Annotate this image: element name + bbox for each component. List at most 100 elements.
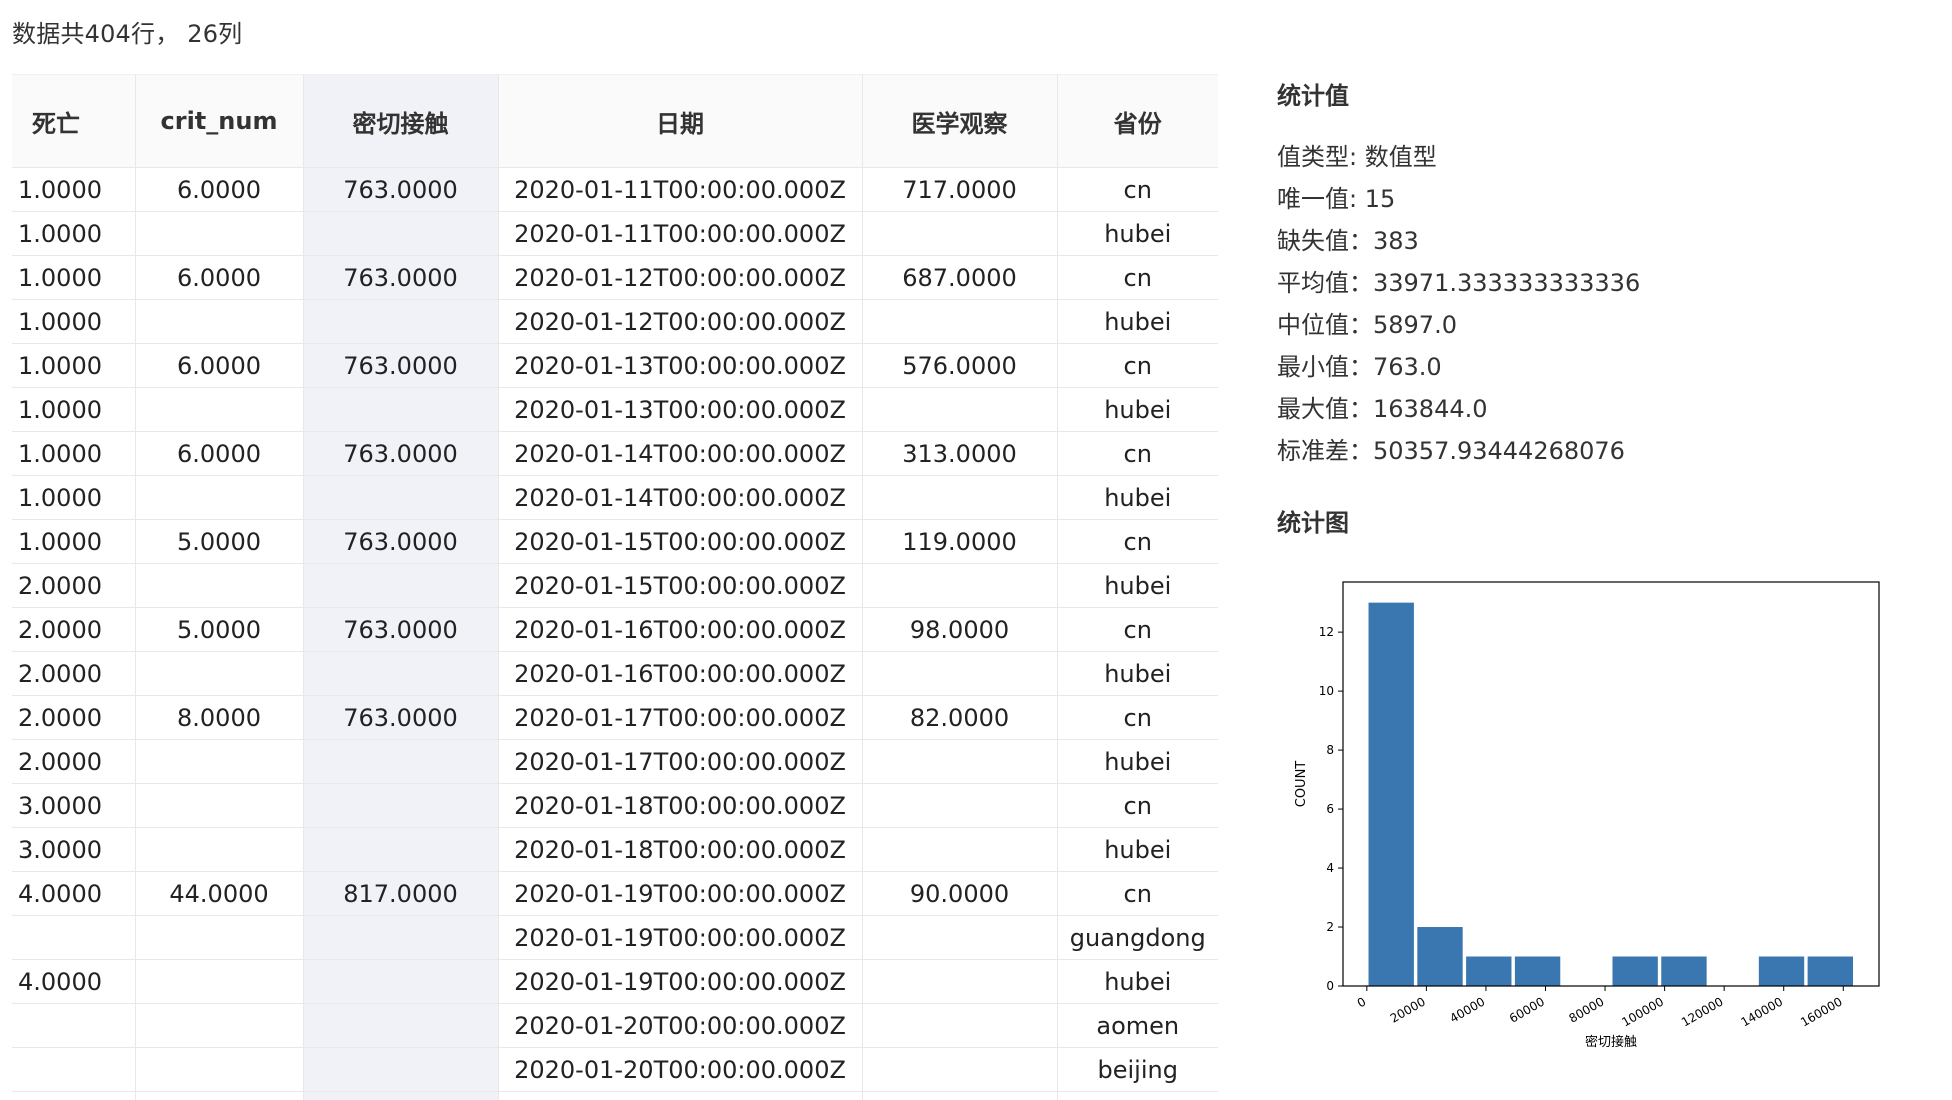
table-row[interactable]: 3.0000 2020-01-18T00:00:00.000Z hubei [12,827,1218,872]
table-row[interactable]: 4.0000 2020-01-19T00:00:00.000Z hubei [12,959,1218,1004]
column-header-crit-num[interactable]: crit_num [135,74,304,168]
table-row[interactable]: 1.0000 2020-01-14T00:00:00.000Z hubei [12,475,1218,520]
cell-medical-observation [862,739,1058,784]
plot-frame [1342,581,1880,987]
cell-death: 1.0000 [12,431,136,476]
cell-medical-observation [862,1091,1058,1100]
x-tick-label: 40000 [1447,994,1487,1025]
column-header-death[interactable]: 死亡 [12,74,136,168]
cell-province: aomen [1057,1003,1218,1048]
cell-province: cn [1057,695,1218,740]
data-table-container[interactable]: 死亡 crit_num 密切接触 日期 医学观察 省份 1.0000 6.0000… [12,74,1218,1100]
cell-close-contact [303,387,499,432]
table-row[interactable]: 1.0000 6.0000 763.0000 2020-01-14T00:00:00.… [12,431,1218,476]
cell-medical-observation [862,299,1058,344]
cell-death: 1.0000 [12,299,136,344]
cell-close-contact: 763.0000 [303,607,499,652]
stat-std: 标准差：50357.93444268076 [1277,437,1625,465]
cell-death [12,1091,136,1100]
cell-date: 2020-01-13T00:00:00.000Z [498,343,863,388]
stat-mean: 平均值：33971.333333333336 [1277,269,1641,297]
stat-value-type: 值类型: 数值型 [1277,143,1437,171]
table-row[interactable] [12,1091,1218,1100]
cell-close-contact: 763.0000 [303,695,499,740]
table-row[interactable]: 2.0000 2020-01-15T00:00:00.000Z hubei [12,563,1218,608]
cell-date: 2020-01-16T00:00:00.000Z [498,651,863,696]
cell-death: 2.0000 [12,739,136,784]
table-row[interactable]: 4.0000 44.0000 817.0000 2020-01-19T00:00:00… [12,871,1218,916]
cell-death [12,1003,136,1048]
stat-unique: 唯一值: 15 [1277,185,1396,213]
cell-death: 1.0000 [12,255,136,300]
cell-crit-num [135,1003,304,1048]
cell-date: 2020-01-18T00:00:00.000Z [498,783,863,828]
histogram-bar [1612,956,1658,986]
cell-death: 3.0000 [12,827,136,872]
cell-crit-num: 6.0000 [135,431,304,476]
table-row[interactable]: 2.0000 2020-01-16T00:00:00.000Z hubei [12,651,1218,696]
cell-crit-num: 6.0000 [135,167,304,212]
histogram-bar [1807,956,1853,986]
cell-date: 2020-01-15T00:00:00.000Z [498,563,863,608]
cell-medical-observation [862,783,1058,828]
cell-close-contact: 763.0000 [303,167,499,212]
y-tick-label: 0 [1326,979,1334,993]
x-tick-label: 120000 [1679,994,1726,1029]
table-row[interactable]: 1.0000 2020-01-13T00:00:00.000Z hubei [12,387,1218,432]
cell-crit-num [135,959,304,1004]
cell-date: 2020-01-12T00:00:00.000Z [498,299,863,344]
cell-death: 1.0000 [12,343,136,388]
cell-date: 2020-01-20T00:00:00.000Z [498,1047,863,1092]
table-row[interactable]: 2.0000 2020-01-17T00:00:00.000Z hubei [12,739,1218,784]
cell-close-contact [303,1003,499,1048]
stat-max: 最大值：163844.0 [1277,395,1488,423]
cell-province: cn [1057,167,1218,212]
table-row[interactable]: 2.0000 8.0000 763.0000 2020-01-17T00:00:00.… [12,695,1218,740]
cell-close-contact [303,211,499,256]
cell-crit-num: 5.0000 [135,519,304,564]
cell-date: 2020-01-18T00:00:00.000Z [498,827,863,872]
table-row[interactable]: 2020-01-19T00:00:00.000Z guangdong [12,915,1218,960]
table-row[interactable]: 2020-01-20T00:00:00.000Z beijing [12,1047,1218,1092]
x-tick-label: 20000 [1388,994,1428,1025]
cell-close-contact: 763.0000 [303,255,499,300]
table-row[interactable]: 3.0000 2020-01-18T00:00:00.000Z cn [12,783,1218,828]
x-tick-label: 0 [1355,994,1369,1010]
y-tick-label: 6 [1326,802,1334,816]
y-tick-label: 2 [1326,920,1334,934]
cell-crit-num [135,299,304,344]
cell-death: 2.0000 [12,695,136,740]
column-header-close-contact[interactable]: 密切接触 [303,74,499,168]
cell-province: hubei [1057,475,1218,520]
histogram-bar [1514,956,1561,986]
column-header-medical-observation[interactable]: 医学观察 [862,74,1058,168]
table-row[interactable]: 1.0000 2020-01-12T00:00:00.000Z hubei [12,299,1218,344]
cell-medical-observation [862,1003,1058,1048]
cell-date: 2020-01-19T00:00:00.000Z [498,959,863,1004]
x-tick-label: 140000 [1739,994,1786,1029]
cell-close-contact [303,959,499,1004]
column-header-date[interactable]: 日期 [498,74,863,168]
cell-province: hubei [1057,959,1218,1004]
cell-date: 2020-01-14T00:00:00.000Z [498,475,863,520]
cell-death: 2.0000 [12,651,136,696]
histogram-bar [1368,602,1414,986]
cell-medical-observation: 119.0000 [862,519,1058,564]
table-row[interactable]: 1.0000 6.0000 763.0000 2020-01-12T00:00:00.… [12,255,1218,300]
table-row[interactable]: 1.0000 6.0000 763.0000 2020-01-13T00:00:00.… [12,343,1218,388]
stat-missing: 缺失值：383 [1277,227,1419,255]
x-axis-label: 密切接触 [1585,1034,1637,1050]
data-table: 死亡 crit_num 密切接触 日期 医学观察 省份 1.0000 6.0000… [12,74,1218,1100]
table-row[interactable]: 1.0000 2020-01-11T00:00:00.000Z hubei [12,211,1218,256]
table-row[interactable]: 2020-01-20T00:00:00.000Z aomen [12,1003,1218,1048]
cell-crit-num: 8.0000 [135,695,304,740]
column-header-province[interactable]: 省份 [1057,74,1218,168]
table-row[interactable]: 1.0000 5.0000 763.0000 2020-01-15T00:00:00.… [12,519,1218,564]
cell-medical-observation [862,563,1058,608]
table-row[interactable]: 1.0000 6.0000 763.0000 2020-01-11T00:00:00.… [12,167,1218,212]
cell-crit-num [135,387,304,432]
table-row[interactable]: 2.0000 5.0000 763.0000 2020-01-16T00:00:00.… [12,607,1218,652]
cell-province: cn [1057,343,1218,388]
y-tick-label: 8 [1326,743,1334,757]
cell-death [12,915,136,960]
